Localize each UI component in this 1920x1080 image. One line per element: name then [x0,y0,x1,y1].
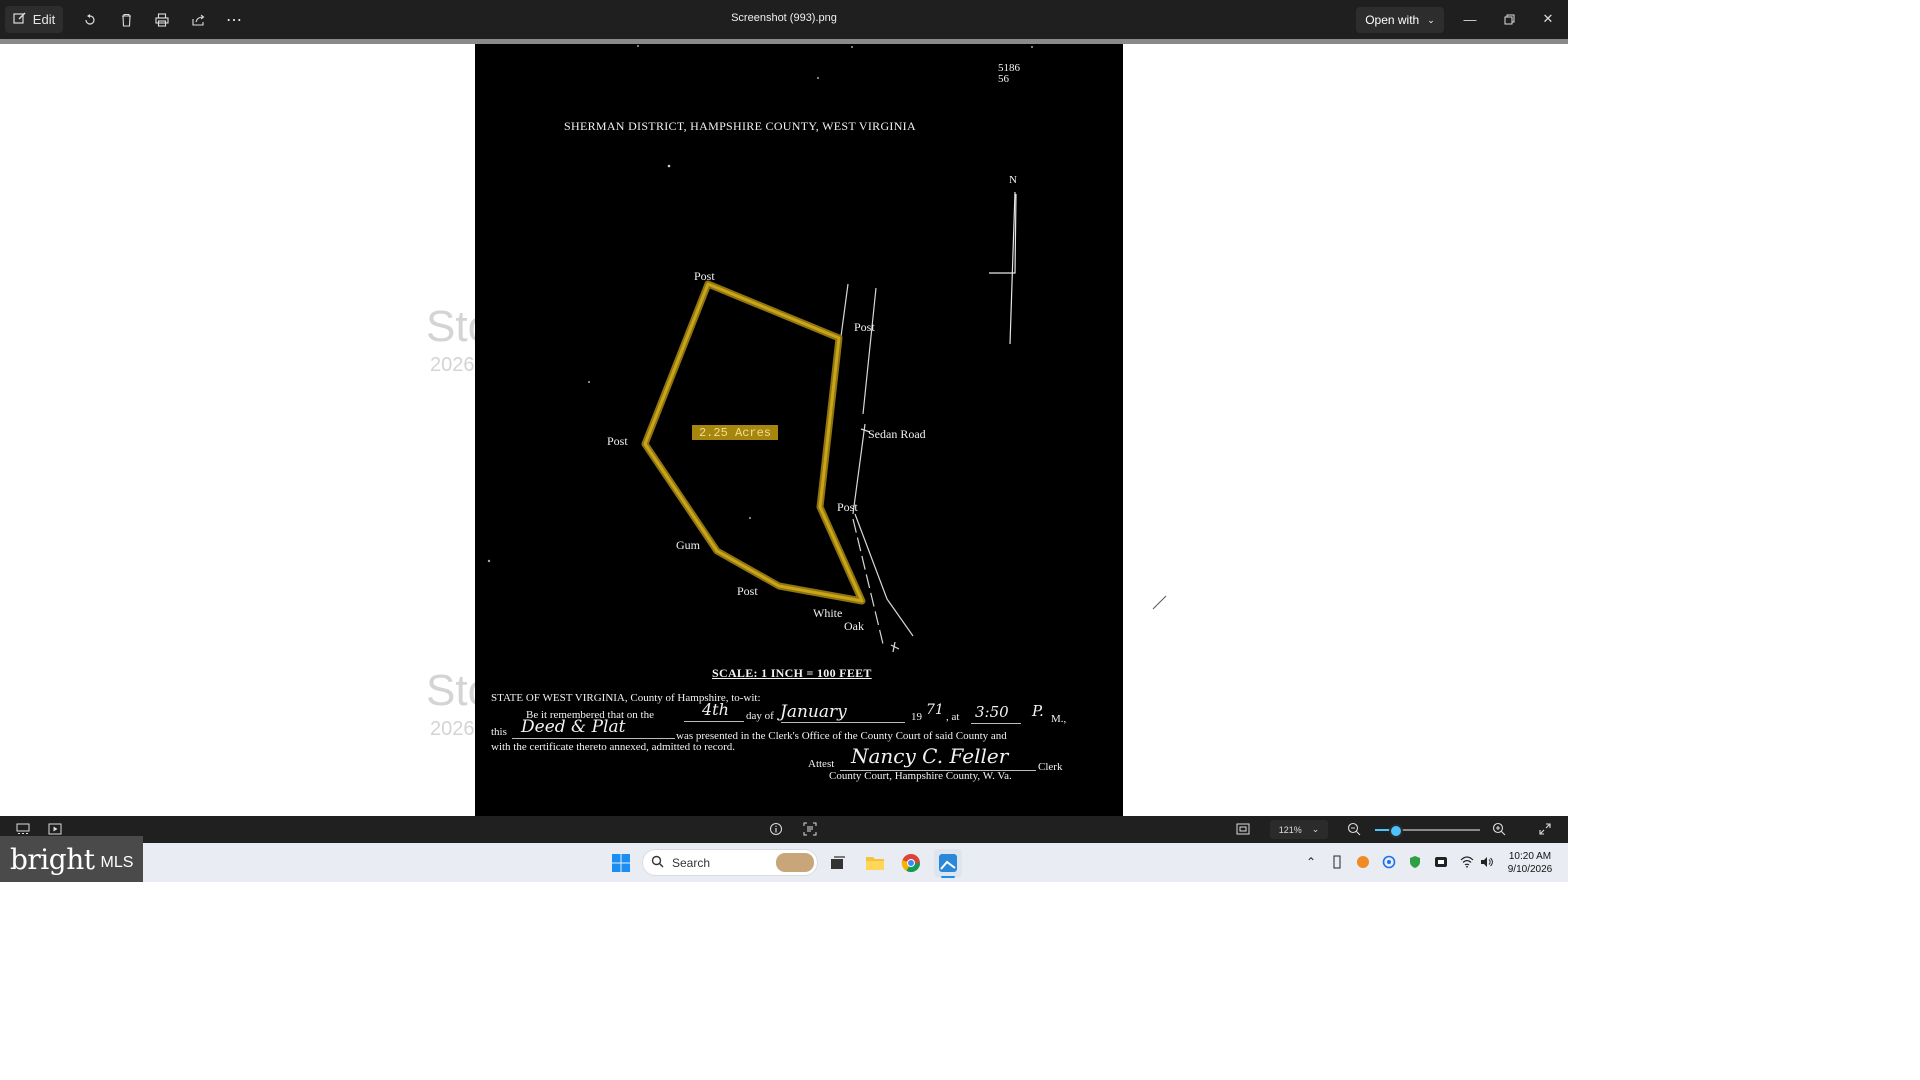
security-icon[interactable] [1406,853,1424,871]
handwritten-year: 71 [926,702,944,718]
volume-icon[interactable] [1478,853,1496,871]
slideshow-icon[interactable] [46,821,64,837]
certificate-text: this [491,726,507,738]
scale-label: SCALE: 1 INCH = 100 FEET [712,666,872,680]
title-bar: Edit ⋯ Screenshot (993).png Open with ⌄ … [0,0,1568,39]
more-options-icon[interactable]: ⋯ [223,6,245,33]
blank-line [684,721,744,722]
taskbar-search[interactable]: Search [642,849,818,876]
attest-label: Attest [808,758,835,770]
county-court-line: County Court, Hampshire County, W. Va. [829,770,1012,782]
zoom-level-value: 121% [1278,824,1302,835]
handwritten-day: 4th [702,700,729,719]
open-with-button[interactable]: Open with ⌄ [1356,7,1444,33]
active-app-indicator [941,876,955,878]
document-number: 5186 56 [998,62,1020,85]
zoom-slider[interactable] [1375,824,1480,838]
document-heading: SHERMAN DISTRICT, HAMPSHIRE COUNTY, WEST… [564,119,916,133]
search-highlight-icon [776,853,814,872]
post-label: Post [854,320,875,334]
zoom-slider-thumb[interactable] [1389,824,1403,838]
app-tray-icon[interactable] [1432,853,1450,871]
print-icon[interactable] [151,6,173,33]
close-icon[interactable]: ✕ [1533,8,1563,30]
plat-document: 5186 56 SHERMAN DISTRICT, HAMPSHIRE COUN… [475,44,1123,816]
photos-app-icon[interactable] [934,849,962,877]
clerk-signature: Nancy C. Feller [851,744,1009,768]
edit-label: Edit [32,12,56,27]
white-oak-label: White [813,606,843,620]
zoom-level-select[interactable]: 121% ⌄ [1270,820,1328,839]
app-tray-icon[interactable] [1354,853,1372,871]
bright-mls-logo: bright MLS [0,836,143,882]
chrome-icon[interactable] [897,849,925,877]
certificate-text: , at [946,711,960,723]
windows-start-icon[interactable] [607,849,635,877]
edit-button[interactable]: Edit [5,6,63,33]
chevron-up-icon[interactable]: ⌃ [1302,853,1320,871]
certificate-text: M., [1051,713,1067,725]
gum-tree-label: Gum [676,538,700,552]
certificate-text: 19 [911,711,922,723]
brand-name: bright [10,842,95,876]
search-placeholder: Search [672,855,711,870]
minimize-icon[interactable]: — [1455,8,1485,30]
handwritten-month: January [780,702,847,722]
acreage-label: 2.25 Acres [692,425,778,440]
share-icon[interactable] [187,6,209,33]
edit-icon [13,11,27,28]
viewer-toolbar: 121% ⌄ [0,816,1568,843]
post-label: Post [694,269,715,283]
white-oak-label: Oak [844,619,864,633]
handwritten-pm: P. [1032,702,1044,720]
delete-icon[interactable] [115,6,137,33]
search-icon [651,855,664,871]
post-label: Post [837,500,858,514]
image-viewer[interactable]: Sto 2026 Sto 2026 5186 56 SHERMAN DISTRI… [0,44,1568,816]
file-explorer-icon[interactable] [861,849,889,877]
ghost-watermark-year: 2026 [430,354,475,376]
blank-line [971,723,1021,724]
stray-mark [1152,595,1167,610]
system-clock[interactable]: 10:20 AM 9/10/2026 [1500,850,1560,876]
task-view-icon[interactable] [824,849,852,877]
road-label: Sedan Road [868,427,926,441]
fullscreen-icon[interactable] [1536,821,1554,837]
post-label: Post [607,434,628,448]
scan-text-icon[interactable] [801,821,819,837]
wifi-icon[interactable] [1458,853,1476,871]
open-with-label: Open with [1365,13,1420,27]
info-icon[interactable] [767,821,785,837]
app-tray-icon[interactable] [1380,853,1398,871]
restore-icon[interactable] [1494,8,1524,30]
zoom-in-icon[interactable] [1490,821,1508,837]
chevron-down-icon: ⌄ [1427,14,1435,25]
rotate-icon[interactable] [79,6,101,33]
clock-time: 10:20 AM [1508,851,1552,862]
blank-line [512,738,675,739]
clock-date: 9/10/2026 [1507,864,1553,875]
certificate-line: day of [746,710,774,722]
fit-to-window-icon[interactable] [1234,821,1252,837]
post-label: Post [737,584,758,598]
zoom-out-icon[interactable] [1345,821,1363,837]
clerk-label: Clerk [1038,761,1063,773]
ghost-watermark-year: 2026 [430,718,475,740]
handwritten-time: 3:50 [975,703,1009,721]
handwritten-document-type: Deed & Plat [521,717,626,737]
chevron-down-icon: ⌄ [1311,824,1320,834]
blank-line [781,722,905,723]
brand-suffix: MLS [100,854,134,871]
north-arrow-label: N [1009,174,1017,186]
certificate-line: with the certificate thereto annexed, ad… [491,741,736,753]
usb-drive-icon[interactable] [1328,853,1346,871]
filmstrip-icon[interactable] [14,821,32,837]
